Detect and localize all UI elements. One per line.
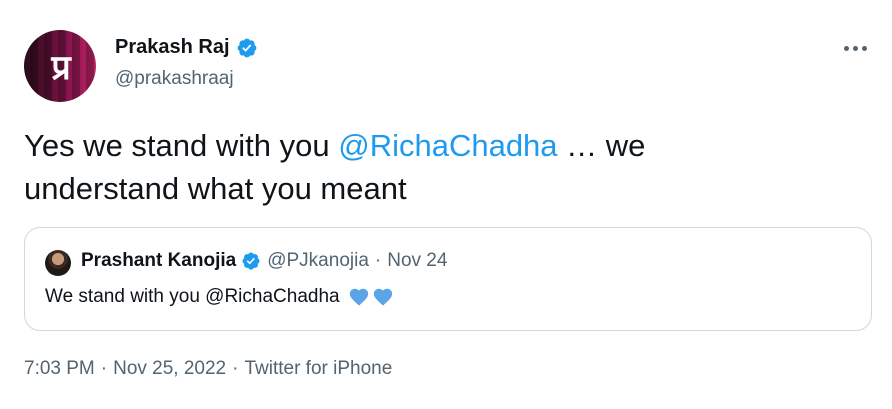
quoted-header: Prashant Kanojia @PJkanojia · Nov 24 [81,250,447,272]
mention-link[interactable]: @RichaChadha [338,128,557,163]
quoted-text: We stand with you @RichaChadha [45,286,394,308]
author-display-name[interactable]: Prakash Raj [115,36,230,59]
quoted-date: Nov 24 [387,250,448,271]
blue-heart-icon [349,288,368,306]
quoted-tweet[interactable]: Prashant Kanojia @PJkanojia · Nov 24 We … [24,227,872,331]
author-avatar[interactable]: प्र [24,30,96,102]
tweet-card: प्र Prakash Raj @prakashraaj Yes we stan… [0,0,892,409]
separator-dot: · [232,358,239,379]
tweet-text: Yes we stand with you @RichaChadha … we … [24,124,724,210]
verified-badge-icon [242,252,260,270]
quoted-handle: @PJkanojia [267,250,369,271]
tweet-time[interactable]: 7:03 PM [24,358,95,379]
more-options-icon[interactable] [840,36,870,60]
tweet-date[interactable]: Nov 25, 2022 [113,358,226,379]
quoted-text-body: We stand with you @RichaChadha [45,286,340,307]
separator-dot: · [100,358,108,379]
verified-badge-icon [237,38,256,57]
tweet-metadata: 7:03 PM · Nov 25, 2022 · Twitter for iPhone [24,358,392,380]
quoted-display-name: Prashant Kanojia [81,250,237,271]
blue-heart-icon [373,288,392,306]
author-handle[interactable]: @prakashraaj [115,68,234,90]
tweet-source[interactable]: Twitter for iPhone [244,358,392,379]
separator-dot: · [374,250,382,271]
author-name-row: Prakash Raj [115,36,258,59]
avatar-monogram: प्र [51,48,70,88]
quoted-author-avatar[interactable] [45,250,71,276]
tweet-text-part: Yes we stand with you [24,128,339,163]
